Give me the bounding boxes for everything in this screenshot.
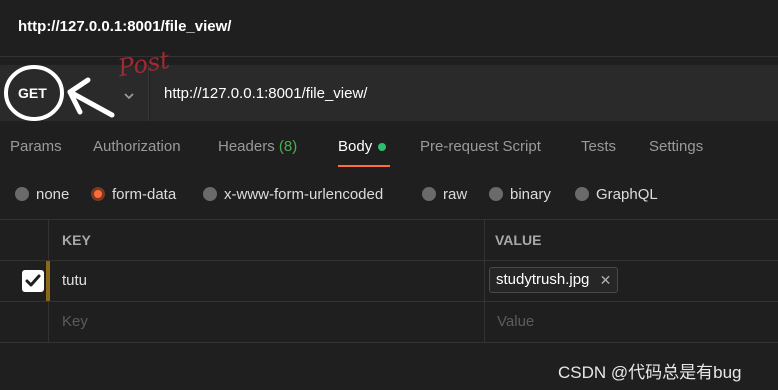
radio-dot-icon: [203, 187, 217, 201]
radio-form-data-label: form-data: [112, 186, 177, 203]
method-label: GET: [18, 85, 47, 101]
radio-dot-icon: [15, 187, 29, 201]
key-header-label: KEY: [62, 232, 91, 248]
radio-dot-icon: [422, 187, 436, 201]
tab-settings[interactable]: Settings: [649, 138, 703, 155]
value-column-header: VALUE: [485, 220, 778, 260]
radio-dot-icon: [575, 187, 589, 201]
tab-pre-request-script[interactable]: Pre-request Script: [420, 138, 541, 155]
radio-binary-label: binary: [510, 186, 551, 203]
tab-headers-label: Headers: [218, 138, 275, 155]
key-value: tutu: [62, 272, 88, 289]
watermark: CSDN @代码总是有bug: [558, 363, 742, 382]
file-chip: studytrush.jpg ✕: [489, 267, 619, 293]
radio-binary[interactable]: binary: [489, 186, 551, 203]
key-placeholder: Key: [62, 313, 88, 330]
table-header-row: KEY VALUE: [0, 220, 778, 261]
radio-x-www-form-urlencoded[interactable]: x-www-form-urlencoded: [203, 186, 383, 203]
request-row: GET http://127.0.0.1:8001/file_view/: [0, 57, 778, 121]
request-tabs: Params Authorization Headers (8) Body Pr…: [0, 128, 778, 168]
headers-count: (8): [278, 138, 298, 155]
radio-raw-label: raw: [443, 186, 468, 203]
radio-dot-selected-icon: [91, 187, 105, 201]
row-check-cell: [0, 302, 49, 342]
tab-authorization[interactable]: Authorization: [93, 138, 181, 155]
key-input[interactable]: Key: [50, 302, 485, 342]
url-text: http://127.0.0.1:8001/file_view/: [164, 85, 368, 102]
file-name: studytrush.jpg: [496, 271, 590, 288]
radio-graphql-label: GraphQL: [596, 186, 658, 203]
radio-raw[interactable]: raw: [422, 186, 467, 203]
tab-body[interactable]: Body: [338, 138, 387, 155]
body-type-options: none form-data x-www-form-urlencoded raw…: [0, 180, 778, 210]
header-check-cell: [0, 220, 49, 260]
radio-graphql[interactable]: GraphQL: [575, 186, 658, 203]
form-data-table: KEY VALUE tutu studytrush.jpg ✕ Key Valu…: [0, 219, 778, 348]
radio-urlencoded-label: x-www-form-urlencoded: [224, 186, 384, 203]
chevron-down-icon: [124, 93, 134, 100]
key-column-header: KEY: [50, 220, 485, 260]
key-cell[interactable]: tutu: [50, 261, 485, 301]
title-bar: http://127.0.0.1:8001/file_view/: [0, 0, 778, 57]
tab-headers[interactable]: Headers (8): [218, 138, 297, 155]
radio-none[interactable]: none: [15, 186, 69, 203]
tab-body-label: Body: [338, 138, 373, 155]
radio-dot-icon: [489, 187, 503, 201]
row-enabled-checkbox[interactable]: [22, 270, 44, 292]
remove-file-close-icon[interactable]: ✕: [600, 272, 612, 289]
url-input[interactable]: http://127.0.0.1:8001/file_view/: [150, 65, 778, 121]
radio-form-data[interactable]: form-data: [91, 186, 176, 203]
radio-none-label: none: [36, 186, 70, 203]
table-row-empty: Key Value: [0, 302, 778, 343]
value-cell[interactable]: studytrush.jpg ✕: [485, 261, 778, 301]
row-check-cell: [0, 261, 49, 301]
checkmark-icon: [25, 274, 41, 287]
tab-tests[interactable]: Tests: [581, 138, 616, 155]
window-title: http://127.0.0.1:8001/file_view/: [18, 18, 232, 35]
value-placeholder: Value: [497, 313, 535, 330]
table-row: tutu studytrush.jpg ✕: [0, 261, 778, 302]
body-active-dot-icon: [378, 143, 387, 152]
value-header-label: VALUE: [495, 232, 542, 248]
tab-params[interactable]: Params: [10, 138, 62, 155]
value-input[interactable]: Value: [485, 302, 778, 342]
active-tab-underline: [338, 165, 390, 167]
